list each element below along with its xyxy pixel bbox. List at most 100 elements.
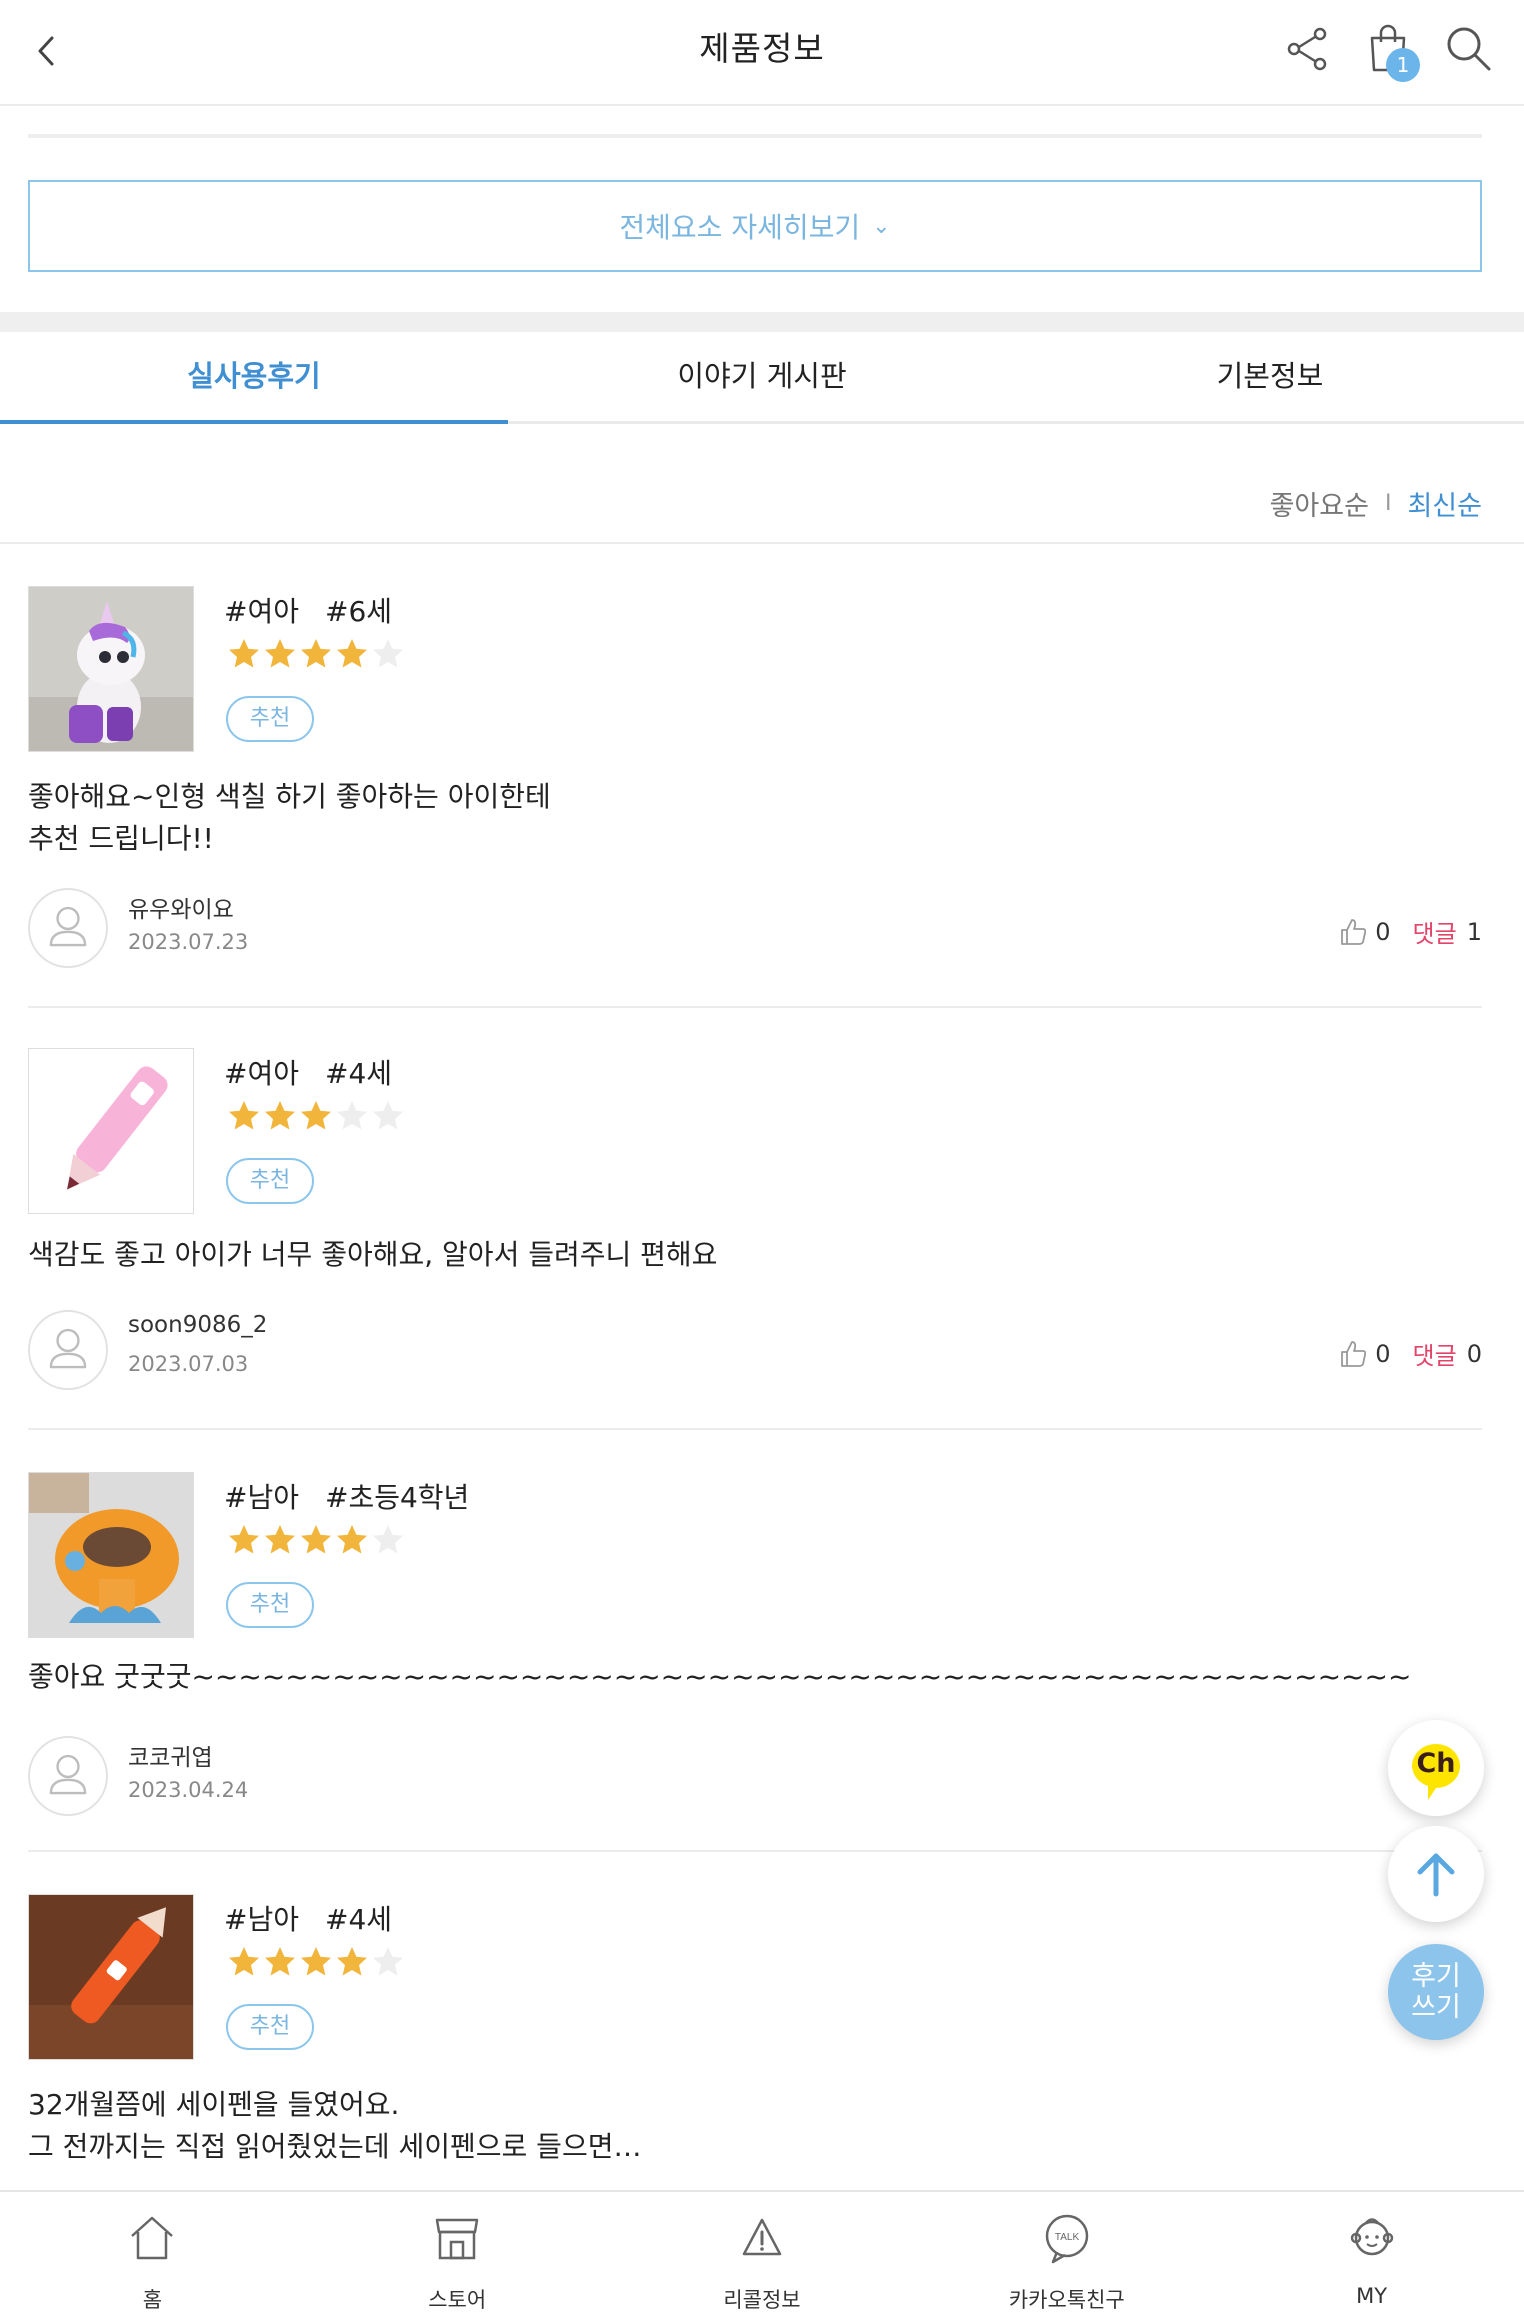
star-filled-icon [301, 639, 331, 668]
review-author: 코코귀엽 2023.04.24 0 [28, 1736, 1482, 1820]
recommend-badge: 추천 [226, 696, 314, 742]
thumbs-up-icon[interactable] [1339, 1339, 1369, 1369]
review-date: 2023.04.24 [128, 1778, 249, 1802]
kakaotalk-icon: TALK [1045, 2214, 1089, 2264]
author-name: 코코귀엽 [128, 1745, 213, 1771]
star-rating [226, 636, 406, 672]
scroll-to-top-button[interactable] [1388, 1826, 1484, 1922]
review-text: 좋아해요~인형 색칠 하기 좋아하는 아이한테 추천 드립니다!! [28, 780, 551, 855]
star-filled-icon [229, 639, 259, 668]
author-name: 유우와이요 [128, 897, 234, 923]
star-filled-icon [265, 639, 295, 668]
star-filled-icon [265, 1525, 295, 1554]
star-empty-icon [373, 1101, 403, 1130]
nav-home-label: 홈 [142, 2288, 163, 2312]
top-app-bar: 제품정보 1 [0, 0, 1524, 106]
review-tags: #여아 #6세 [224, 590, 418, 630]
recommend-badge: 추천 [226, 2004, 314, 2050]
star-filled-icon [337, 639, 367, 668]
star-filled-icon [301, 1101, 331, 1130]
review-text: 색감도 좋고 아이가 너무 좋아해요, 알아서 들려주니 편해요 [28, 1238, 718, 1271]
tag-age: #6세 [324, 595, 393, 628]
review-author: 유우와이요 2023.07.23 0 댓글 1 [28, 888, 1482, 972]
share-icon[interactable] [1278, 20, 1336, 78]
review-divider [28, 1850, 1482, 1852]
review-text: 좋아요 굿굿굿~~~~~~~~~~~~~~~~~~~~~~~~~~~~~~~~~… [28, 1660, 1412, 1693]
star-filled-icon [337, 1947, 367, 1976]
star-filled-icon [265, 1947, 295, 1976]
star-filled-icon [337, 1525, 367, 1554]
review-photo-octopod-toy[interactable] [28, 1472, 194, 1638]
tag-gender: #남아 [224, 1481, 299, 1514]
tab-reviews[interactable]: 실사용후기 [0, 332, 508, 424]
review-item[interactable]: #여아 #4세 추천 색감도 좋고 아이가 너무 좋아해요, 알아서 들려주니 편… [28, 1048, 1482, 1448]
kakao-channel-button[interactable]: Ch [1388, 1720, 1484, 1816]
star-filled-icon [229, 1947, 259, 1976]
tab-bar: 실사용후기 이야기 게시판 기본정보 [0, 332, 1524, 424]
sort-options: 좋아요순 I 최신순 [1270, 484, 1482, 523]
tab-basic-info[interactable]: 기본정보 [1016, 332, 1524, 421]
sort-by-likes[interactable]: 좋아요순 [1270, 484, 1369, 523]
nav-my[interactable]: MY [1219, 2192, 1524, 2324]
like-count: 0 [1375, 1339, 1391, 1368]
star-rating [226, 1944, 406, 1980]
star-rating [226, 1522, 406, 1558]
comment-count: 0 [1466, 1339, 1482, 1368]
search-icon[interactable] [1440, 20, 1498, 78]
star-filled-icon [301, 1947, 331, 1976]
review-item[interactable]: #남아 #4세 추천 32개월쯤에 세이펜을 들였어요. 그 전까지는 직접 읽어… [28, 1894, 1482, 2194]
view-all-details-button[interactable]: 전체요소 자세히보기 ⌄ [28, 180, 1482, 272]
avatar-icon [28, 1310, 108, 1390]
review-tags: #여아 #4세 [224, 1052, 418, 1092]
sort-separator: I [1384, 491, 1392, 516]
nav-my-label: MY [1356, 2284, 1388, 2308]
review-meta: 0 댓글 1 [1339, 914, 1482, 949]
star-empty-icon [337, 1101, 367, 1130]
star-filled-icon [265, 1101, 295, 1130]
review-photo-pink-pen[interactable] [28, 1048, 194, 1214]
review-photo-unicorn-figure[interactable] [28, 586, 194, 752]
tag-age: #4세 [324, 1057, 393, 1090]
chevron-down-icon: ⌄ [872, 213, 891, 239]
comment-label[interactable]: 댓글 [1413, 1336, 1457, 1371]
comment-count: 1 [1466, 917, 1482, 946]
review-divider [28, 1006, 1482, 1008]
review-item[interactable]: #남아 #초등4학년 추천 좋아요 굿굿굿~~~~~~~~~~~~~~~~~~~~… [28, 1472, 1482, 1872]
recommend-badge: 추천 [226, 1582, 314, 1628]
nav-kakaotalk-label: 카카오톡친구 [1008, 2288, 1125, 2312]
star-filled-icon [301, 1525, 331, 1554]
tag-age: #4세 [324, 1903, 393, 1936]
author-name: soon9086_2 [128, 1312, 268, 1338]
star-filled-icon [229, 1525, 259, 1554]
nav-recall[interactable]: 리콜정보 [610, 2192, 915, 2324]
nav-store[interactable]: 스토어 [305, 2192, 610, 2324]
nav-home[interactable]: 홈 [0, 2192, 305, 2324]
star-empty-icon [373, 1947, 403, 1976]
thumbs-up-icon[interactable] [1339, 917, 1369, 947]
nav-recall-label: 리콜정보 [723, 2288, 801, 2312]
star-empty-icon [373, 639, 403, 668]
baby-face-icon [1350, 2218, 1393, 2256]
nav-kakaotalk-friend[interactable]: TALK 카카오톡친구 [914, 2192, 1219, 2324]
star-filled-icon [229, 1101, 259, 1130]
comment-label[interactable]: 댓글 [1413, 914, 1457, 949]
cart-count-badge: 1 [1386, 48, 1420, 82]
review-author: soon9086_2 2023.07.03 0 댓글 0 [28, 1310, 1482, 1394]
sort-by-latest[interactable]: 최신순 [1407, 484, 1482, 523]
avatar-icon [28, 1736, 108, 1816]
view-all-details-label: 전체요소 자세히보기 [619, 211, 861, 244]
review-item[interactable]: #여아 #6세 추천 좋아해요~인형 색칠 하기 좋아하는 아이한테 추천 드립니… [28, 586, 1482, 986]
tag-gender: #여아 [224, 1057, 299, 1090]
write-review-button[interactable]: 후기 쓰기 [1388, 1944, 1484, 2040]
review-photo-orange-pen[interactable] [28, 1894, 194, 2060]
tag-gender: #남아 [224, 1903, 299, 1936]
nav-store-label: 스토어 [428, 2288, 487, 2312]
tab-story-board[interactable]: 이야기 게시판 [508, 332, 1016, 421]
like-count: 0 [1375, 917, 1391, 946]
section-divider [28, 134, 1482, 138]
bottom-navigation: 홈 스토어 리콜정보 TALK 카카오톡친구 MY [0, 2190, 1524, 2324]
home-icon [131, 2216, 174, 2260]
cart-button[interactable]: 1 [1360, 20, 1420, 82]
avatar-icon [28, 888, 108, 968]
tag-gender: #여아 [224, 595, 299, 628]
